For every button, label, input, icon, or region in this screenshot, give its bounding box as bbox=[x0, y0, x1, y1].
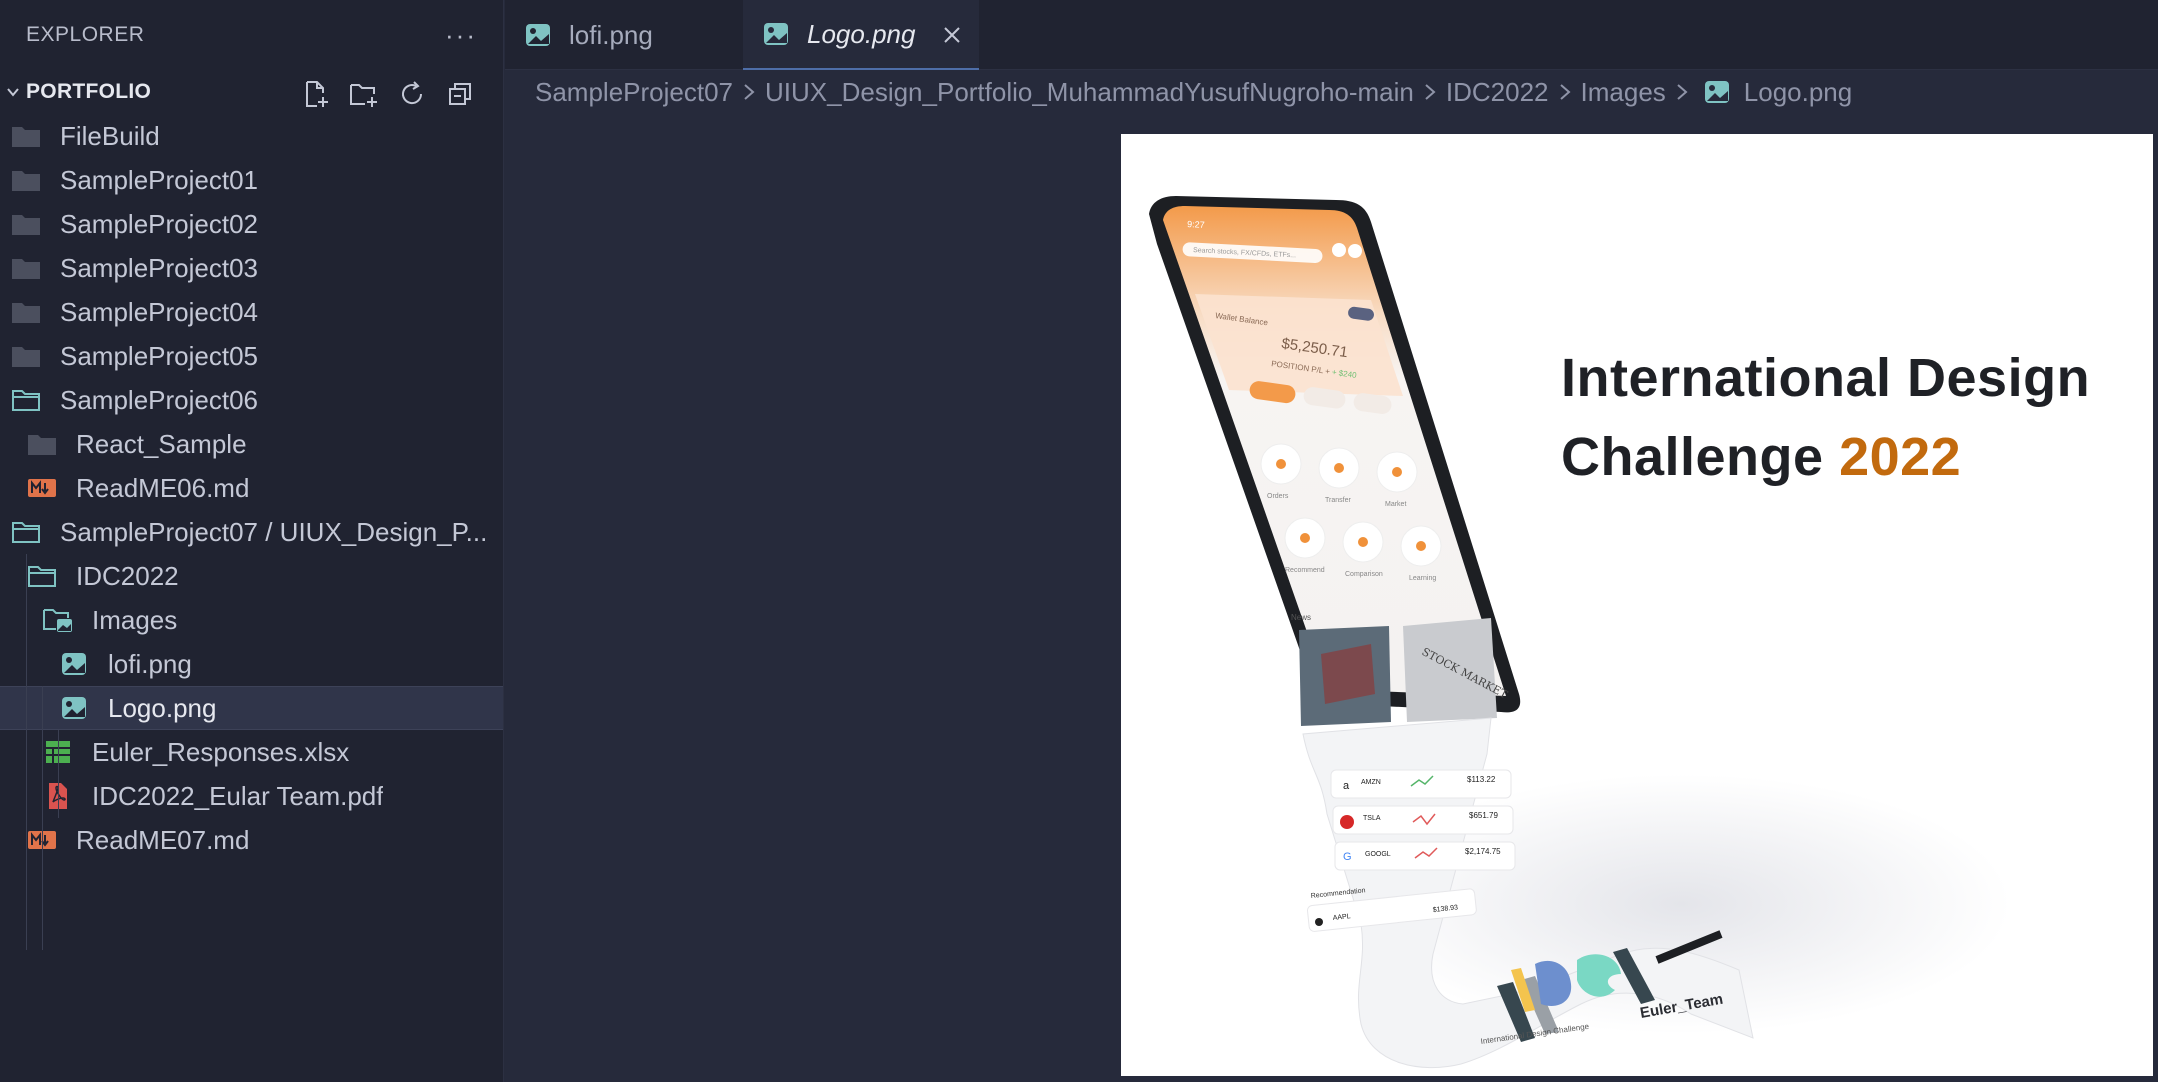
svg-text:Learning: Learning bbox=[1409, 575, 1436, 582]
image-file-icon bbox=[56, 693, 92, 723]
tree-item-filebuild[interactable]: FileBuild bbox=[0, 114, 503, 158]
explorer-header: EXPLORER ··· bbox=[0, 0, 503, 70]
explorer-sidebar: EXPLORER ··· PORTFOLIO FileBuild SampleP… bbox=[0, 0, 504, 1082]
tree-item-sampleproject01[interactable]: SampleProject01 bbox=[0, 158, 503, 202]
tree-item-react-sample[interactable]: React_Sample bbox=[0, 422, 503, 466]
idc-year: 2022 bbox=[1839, 427, 1962, 487]
explorer-title: EXPLORER bbox=[26, 23, 145, 46]
image-file-icon bbox=[763, 19, 793, 49]
markdown-icon bbox=[24, 473, 60, 503]
breadcrumb-item[interactable]: SampleProject07 bbox=[535, 77, 733, 108]
svg-text:a: a bbox=[1343, 780, 1350, 792]
svg-text:News: News bbox=[1291, 613, 1311, 622]
breadcrumb-item[interactable]: UIUX_Design_Portfolio_MuhammadYusufNugro… bbox=[765, 77, 1414, 108]
breadcrumb: SampleProject07 UIUX_Design_Portfolio_Mu… bbox=[505, 70, 2158, 114]
portfolio-section-header[interactable]: PORTFOLIO bbox=[0, 70, 503, 114]
image-viewer: 9:27 Search stocks, FX/CFDs, ETFs... Wal… bbox=[505, 114, 2158, 1082]
folder-icon bbox=[8, 165, 44, 195]
svg-text:AMZN: AMZN bbox=[1361, 779, 1381, 786]
close-icon[interactable] bbox=[937, 20, 967, 50]
svg-text:Transfer: Transfer bbox=[1325, 497, 1351, 504]
idc-title: International Design Challenge 2022 bbox=[1561, 339, 2090, 497]
tree-item-sampleproject07[interactable]: SampleProject07 / UIUX_Design_P... bbox=[0, 510, 503, 554]
tree-item-sampleproject06[interactable]: SampleProject06 bbox=[0, 378, 503, 422]
tree-item-logo-png[interactable]: Logo.png bbox=[0, 686, 503, 730]
tab-label: lofi.png bbox=[569, 19, 653, 50]
svg-text:GOOGL: GOOGL bbox=[1365, 851, 1391, 858]
tab-label: Logo.png bbox=[807, 18, 916, 49]
chevron-right-icon bbox=[743, 82, 755, 102]
svg-text:TSLA: TSLA bbox=[1363, 815, 1381, 822]
file-tree: FileBuild SampleProject01 SampleProject0… bbox=[0, 114, 503, 950]
tab-logo-png[interactable]: Logo.png bbox=[743, 0, 979, 70]
folder-icon bbox=[8, 297, 44, 327]
tree-item-idc2022[interactable]: IDC2022 bbox=[0, 554, 503, 598]
folder-icon bbox=[8, 121, 44, 151]
new-file-icon[interactable] bbox=[299, 77, 333, 111]
svg-text:G: G bbox=[1343, 851, 1352, 863]
svg-text:Recommend: Recommend bbox=[1285, 567, 1325, 574]
chevron-right-icon bbox=[1559, 82, 1571, 102]
editor-tab-bar: lofi.png Logo.png bbox=[505, 0, 2158, 70]
tab-lofi-png[interactable]: lofi.png bbox=[505, 0, 743, 70]
svg-text:$2,174.75: $2,174.75 bbox=[1465, 847, 1501, 856]
chevron-down-icon[interactable] bbox=[0, 84, 26, 100]
breadcrumb-item[interactable]: IDC2022 bbox=[1446, 77, 1549, 108]
idc-title-line2: Challenge 2022 bbox=[1561, 427, 1962, 487]
tree-item-sampleproject02[interactable]: SampleProject02 bbox=[0, 202, 503, 246]
breadcrumb-item[interactable]: Images bbox=[1581, 77, 1666, 108]
chevron-right-icon bbox=[1676, 82, 1688, 102]
svg-text:$651.79: $651.79 bbox=[1469, 811, 1498, 820]
svg-text:Orders: Orders bbox=[1267, 493, 1289, 500]
tree-item-images[interactable]: Images bbox=[0, 598, 503, 642]
more-actions-icon[interactable]: ··· bbox=[445, 20, 477, 51]
logo-image[interactable]: 9:27 Search stocks, FX/CFDs, ETFs... Wal… bbox=[1121, 134, 2153, 1076]
svg-text:Market: Market bbox=[1385, 501, 1406, 508]
breadcrumb-item-current[interactable]: Logo.png bbox=[1744, 77, 1852, 108]
image-file-icon bbox=[56, 649, 92, 679]
folder-icon bbox=[8, 253, 44, 283]
folder-open-icon bbox=[8, 517, 44, 547]
image-file-icon bbox=[1704, 80, 1730, 104]
tree-item-sampleproject03[interactable]: SampleProject03 bbox=[0, 246, 503, 290]
image-file-icon bbox=[525, 20, 555, 50]
folder-open-icon bbox=[24, 561, 60, 591]
svg-text:Comparison: Comparison bbox=[1345, 571, 1383, 578]
tree-item-sampleproject04[interactable]: SampleProject04 bbox=[0, 290, 503, 334]
tree-item-lofi-png[interactable]: lofi.png bbox=[0, 642, 503, 686]
tree-item-sampleproject05[interactable]: SampleProject05 bbox=[0, 334, 503, 378]
image-folder-icon bbox=[40, 605, 76, 635]
tree-item-readme07[interactable]: ReadME07.md bbox=[0, 818, 503, 862]
svg-text:9:27: 9:27 bbox=[1187, 219, 1205, 230]
chevron-right-icon bbox=[1424, 82, 1436, 102]
portfolio-label: PORTFOLIO bbox=[26, 80, 152, 103]
refresh-icon[interactable] bbox=[395, 77, 429, 111]
tree-item-euler-responses[interactable]: Euler_Responses.xlsx bbox=[0, 730, 503, 774]
folder-icon bbox=[8, 341, 44, 371]
phone-mockup-graphic: 9:27 Search stocks, FX/CFDs, ETFs... Wal… bbox=[1149, 196, 2011, 1069]
folder-icon bbox=[24, 429, 60, 459]
svg-text:$113.22: $113.22 bbox=[1467, 775, 1496, 784]
idc-title-line1: International Design bbox=[1561, 348, 2091, 408]
folder-icon bbox=[8, 209, 44, 239]
tree-item-idc2022-pdf[interactable]: IDC2022_Eular Team.pdf bbox=[0, 774, 503, 818]
tree-item-readme06[interactable]: ReadME06.md bbox=[0, 466, 503, 510]
new-folder-icon[interactable] bbox=[347, 77, 381, 111]
folder-open-icon bbox=[8, 385, 44, 415]
collapse-all-icon[interactable] bbox=[443, 77, 477, 111]
